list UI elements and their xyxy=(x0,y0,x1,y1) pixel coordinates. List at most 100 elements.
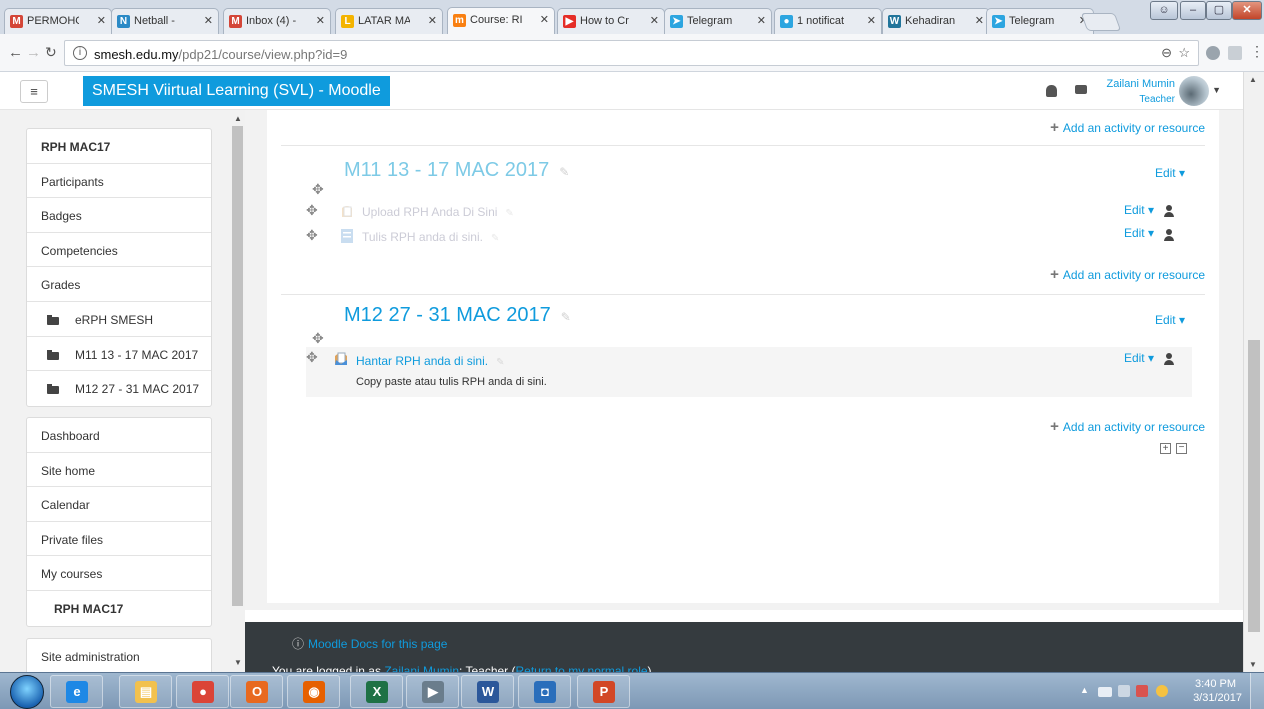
taskbar-app-button[interactable]: e xyxy=(50,675,103,708)
edit-name-pencil-icon[interactable]: ✎ xyxy=(491,233,499,244)
move-activity-icon[interactable]: ✥ xyxy=(306,349,318,366)
clock-date[interactable]: 3/31/2017 xyxy=(1193,692,1242,704)
battery-icon[interactable] xyxy=(1118,685,1130,697)
return-role-link[interactable]: Return to my normal role xyxy=(516,664,648,672)
drawer-nav-item[interactable]: M12 27 - 31 MAC 2017 xyxy=(27,371,211,406)
show-hidden-icons-icon[interactable]: ▲ xyxy=(1080,685,1089,695)
tab-close-icon[interactable]: ✕ xyxy=(316,14,325,27)
drawer-nav-item[interactable]: Dashboard xyxy=(27,418,211,453)
taskbar-app-button[interactable]: O xyxy=(230,675,283,708)
tab-close-icon[interactable]: ✕ xyxy=(867,14,876,27)
tab-close-icon[interactable]: ✕ xyxy=(650,14,659,27)
section-title[interactable]: M11 13 - 17 MAC 2017 ✎ xyxy=(344,159,569,182)
browser-tab[interactable]: ➤Telegram✕ xyxy=(664,8,772,34)
expand-all-icon[interactable]: + xyxy=(1160,443,1171,454)
drawer-nav-item[interactable]: Competencies xyxy=(27,233,211,268)
flag-icon[interactable] xyxy=(1136,685,1148,697)
role-person-icon[interactable] xyxy=(1164,229,1174,241)
move-activity-icon[interactable]: ✥ xyxy=(306,202,318,219)
clock-time[interactable]: 3:40 PM xyxy=(1195,678,1236,690)
scroll-up-arrow-icon[interactable]: ▲ xyxy=(1249,75,1257,84)
edit-title-pencil-icon[interactable]: ✎ xyxy=(559,165,569,179)
browser-tab[interactable]: L LATAR MA ✕ xyxy=(335,8,443,34)
collapse-all-icon[interactable]: − xyxy=(1176,443,1187,454)
drawer-nav-item[interactable]: Grades xyxy=(27,267,211,302)
section-edit-menu[interactable]: Edit ▾ xyxy=(1155,313,1185,327)
drawer-nav-item[interactable]: Participants xyxy=(27,164,211,199)
moodle-docs-link[interactable]: ⓘ Moodle Docs for this page xyxy=(292,635,447,652)
drawer-nav-item[interactable]: Site administration xyxy=(27,639,211,672)
drawer-nav-item[interactable]: Private files xyxy=(27,522,211,557)
role-person-icon[interactable] xyxy=(1164,205,1174,217)
scroll-down-arrow-icon[interactable]: ▼ xyxy=(1249,660,1257,669)
scroll-up-arrow-icon[interactable]: ▲ xyxy=(234,114,242,123)
maximize-button[interactable]: ▢ xyxy=(1206,1,1232,20)
taskbar-app-button[interactable]: ◘ xyxy=(518,675,571,708)
tab-close-icon[interactable]: ✕ xyxy=(97,14,106,27)
extension-pdf-icon[interactable] xyxy=(1228,46,1242,60)
edit-title-pencil-icon[interactable]: ✎ xyxy=(561,310,571,324)
activity-link[interactable]: Hantar RPH anda di sini. ✎ xyxy=(356,354,504,368)
activity-edit-menu[interactable]: Edit ▾ xyxy=(1124,226,1154,240)
browser-tab[interactable]: ▶ How to Cr ✕ xyxy=(557,8,665,34)
section-title[interactable]: M12 27 - 31 MAC 2017 ✎ xyxy=(344,304,571,327)
close-window-button[interactable]: ✕ xyxy=(1232,1,1262,20)
drawer-nav-item[interactable]: Site home xyxy=(27,453,211,488)
section-edit-menu[interactable]: Edit ▾ xyxy=(1155,166,1185,180)
drawer-toggle-button[interactable]: ≡ xyxy=(20,80,48,103)
tab-close-icon[interactable]: ✕ xyxy=(975,14,984,27)
activity-edit-menu[interactable]: Edit ▾ xyxy=(1124,203,1154,217)
activity-link[interactable]: Upload RPH Anda Di Sini ✎ xyxy=(362,205,514,219)
login-user-link[interactable]: Zailani Mumin xyxy=(384,664,459,672)
page-scroll-thumb[interactable] xyxy=(1248,340,1260,632)
taskbar-app-button[interactable]: X xyxy=(350,675,403,708)
user-menu[interactable]: Zailani Mumin Teacher ▼ xyxy=(1055,75,1225,107)
extension-drive-icon[interactable] xyxy=(1206,46,1220,60)
minimize-button[interactable]: – xyxy=(1180,1,1206,20)
back-icon[interactable]: ← xyxy=(8,44,23,61)
browser-tab[interactable]: M Inbox (4) - ✕ xyxy=(223,8,331,34)
move-section-icon[interactable]: ✥ xyxy=(312,330,324,347)
drawer-nav-item[interactable]: Calendar xyxy=(27,487,211,522)
taskbar-app-button[interactable]: ● xyxy=(176,675,229,708)
drawer-nav-item[interactable]: eRPH SMESH xyxy=(27,302,211,337)
browser-tab[interactable]: ➤Telegram✕ xyxy=(986,8,1094,34)
move-activity-icon[interactable]: ✥ xyxy=(306,227,318,244)
drawer-scroll-thumb[interactable] xyxy=(232,126,243,606)
browser-tab[interactable]: M PERMOHO ✕ xyxy=(4,8,112,34)
activity-link[interactable]: Tulis RPH anda di sini. ✎ xyxy=(362,230,499,244)
taskbar-app-button[interactable]: ◉ xyxy=(287,675,340,708)
address-bar[interactable]: i smesh.edu.my/pdp21/course/view.php?id=… xyxy=(64,40,1199,66)
move-section-icon[interactable]: ✥ xyxy=(312,181,324,198)
scroll-down-arrow-icon[interactable]: ▼ xyxy=(234,658,242,667)
zoom-icon[interactable]: ⊖ xyxy=(1161,45,1172,61)
reload-icon[interactable]: ↻ xyxy=(45,44,57,61)
chrome-menu-icon[interactable]: ⋮ xyxy=(1250,43,1264,60)
tab-close-icon[interactable]: ✕ xyxy=(204,14,213,27)
edit-name-pencil-icon[interactable]: ✎ xyxy=(496,357,504,368)
add-activity-link[interactable]: + Add an activity or resource xyxy=(1050,119,1205,136)
new-tab-button[interactable] xyxy=(1080,13,1122,31)
drawer-nav-item[interactable]: My courses xyxy=(27,556,211,591)
drawer-nav-item[interactable]: M11 13 - 17 MAC 2017 xyxy=(27,337,211,372)
browser-tab[interactable]: m Course: RI ✕ xyxy=(447,7,555,34)
taskbar-app-button[interactable]: P xyxy=(577,675,630,708)
drawer-scrollbar[interactable]: ▲ ▼ xyxy=(230,110,245,672)
drawer-nav-item[interactable]: RPH MAC17 xyxy=(27,129,211,164)
network-icon[interactable] xyxy=(1156,685,1168,697)
drawer-nav-item[interactable]: RPH MAC17 xyxy=(27,591,211,626)
taskbar-app-button[interactable]: ▤ xyxy=(119,675,172,708)
role-person-icon[interactable] xyxy=(1164,353,1174,365)
tab-close-icon[interactable]: ✕ xyxy=(428,14,437,27)
taskbar-app-button[interactable]: W xyxy=(461,675,514,708)
browser-tab[interactable]: ● 1 notificat ✕ xyxy=(774,8,882,34)
add-activity-link[interactable]: + Add an activity or resource xyxy=(1050,418,1205,435)
page-scrollbar[interactable]: ▲ ▼ xyxy=(1243,72,1264,672)
activity-edit-menu[interactable]: Edit ▾ xyxy=(1124,351,1154,365)
edit-name-pencil-icon[interactable]: ✎ xyxy=(505,208,513,219)
tab-close-icon[interactable]: ✕ xyxy=(540,13,549,26)
profile-button[interactable]: ☺ xyxy=(1150,1,1178,20)
signal-icon[interactable] xyxy=(1098,687,1112,697)
browser-tab[interactable]: W Kehadiran ✕ xyxy=(882,8,990,34)
info-icon[interactable]: i xyxy=(73,46,87,60)
